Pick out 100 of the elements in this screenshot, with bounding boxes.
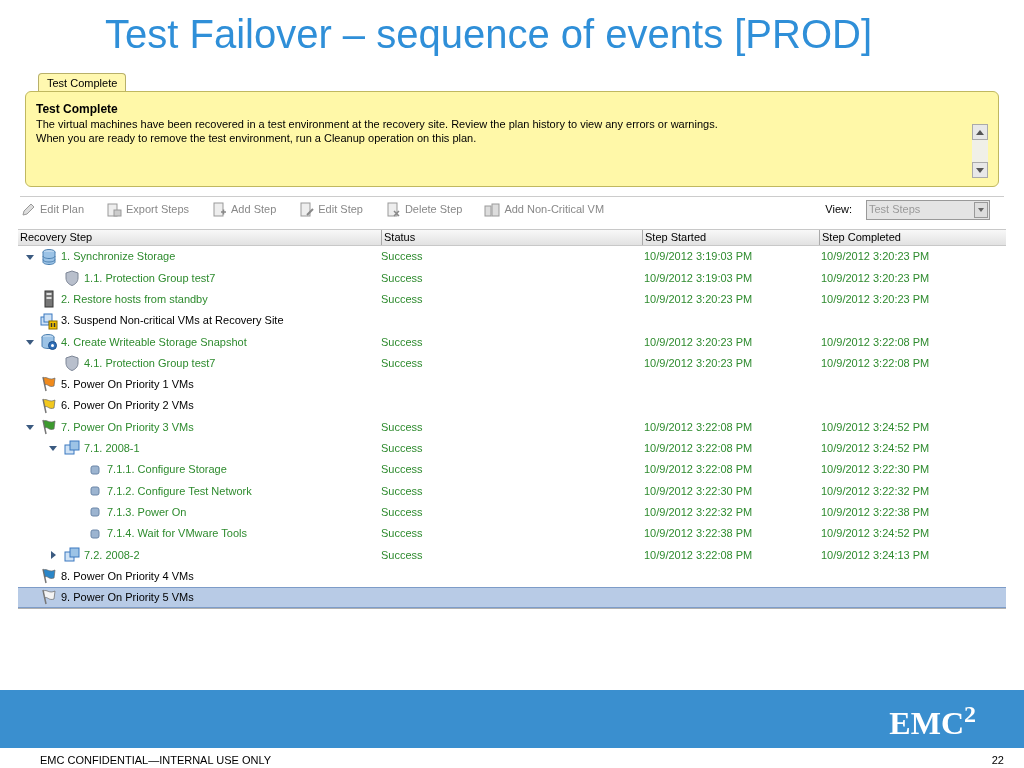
table-row[interactable]: 8. Power On Priority 4 VMs <box>18 565 1006 587</box>
column-header[interactable]: Recovery Step <box>18 230 381 245</box>
step-name: 5. Power On Priority 1 VMs <box>61 377 194 393</box>
status-text: Success <box>381 356 423 369</box>
expanded-arrow-icon[interactable] <box>26 423 34 431</box>
panel-message: When you are ready to remove the test environment, run a Cleanup operation on this plan. <box>36 131 477 145</box>
servers-icon <box>484 201 501 218</box>
start-time: 10/9/2012 3:22:38 PM <box>643 527 753 540</box>
vm-pause-icon <box>40 311 58 330</box>
table-row[interactable]: 5. Power On Priority 1 VMs <box>18 373 1006 396</box>
panel-tab[interactable]: Test Complete <box>38 73 127 91</box>
table-row[interactable]: 6. Power On Priority 2 VMs <box>18 395 1006 417</box>
expanded-arrow-icon[interactable] <box>26 252 34 261</box>
start-time: 10/9/2012 3:22:08 PM <box>643 442 753 455</box>
step-name: 7.1.4. Wait for VMware Tools <box>107 526 247 542</box>
step-name: 1. Synchronize Storage <box>61 249 176 265</box>
vm-icon <box>63 439 81 458</box>
column-header[interactable]: Step Completed <box>819 230 1006 245</box>
view-label: View: <box>825 202 852 218</box>
status-text: Success <box>381 335 423 348</box>
start-time: 10/9/2012 3:20:23 PM <box>643 293 753 305</box>
document-add-icon <box>211 201 227 218</box>
flag-icon <box>40 588 58 607</box>
table-row[interactable]: 9. Power On Priority 5 VMs <box>18 586 1006 609</box>
caret-icon <box>974 201 988 218</box>
table-row[interactable]: 1.1. Protection Group test7 Success 10/9/2012 3:19:03 PM 10/9/2012 3:20:23 PM <box>18 267 1006 289</box>
start-time: 10/9/2012 3:22:30 PM <box>643 484 753 497</box>
expanded-arrow-icon[interactable] <box>49 444 57 453</box>
end-time: 10/9/2012 3:20:23 PM <box>820 271 930 284</box>
step-name: 9. Power On Priority 5 VMs <box>61 590 194 606</box>
step-name: 7. Power On Priority 3 VMs <box>61 419 194 435</box>
panel-heading: Test Complete <box>36 102 118 117</box>
end-time: 10/9/2012 3:24:52 PM <box>820 420 930 433</box>
status-text: Success <box>381 442 423 455</box>
table-row[interactable]: 1. Synchronize Storage Success 10/9/2012 3:19:03 PM 10/9/2012 3:20:23 PM <box>18 246 1006 268</box>
step-name: 8. Power On Priority 4 VMs <box>61 568 194 584</box>
table-row[interactable]: 2. Restore hosts from standby Success 10/9/2012 3:20:23 PM 10/9/2012 3:20:23 PM <box>18 288 1006 310</box>
bullet-icon <box>90 464 100 475</box>
database-icon <box>40 247 58 266</box>
document-delete-icon <box>384 201 401 218</box>
status-text: Success <box>381 527 423 540</box>
column-header[interactable]: Status <box>381 230 642 245</box>
start-time: 10/9/2012 3:22:08 PM <box>643 420 753 433</box>
status-text: Success <box>381 250 423 263</box>
status-text: Success <box>381 420 423 433</box>
document-edit-icon <box>298 201 315 218</box>
start-time: 10/9/2012 3:19:03 PM <box>643 250 753 263</box>
slide-title: Test Failover – sequence of events [PROD] <box>105 14 873 54</box>
step-name: 3. Suspend Non-critical VMs at Recovery Site <box>61 313 284 329</box>
step-name: 7.1.1. Configure Storage <box>107 462 227 478</box>
status-text: Success <box>381 463 423 476</box>
step-name: 7.2. 2008-2 <box>84 547 140 563</box>
flag-icon <box>40 375 58 394</box>
end-time: 10/9/2012 3:22:08 PM <box>820 335 930 348</box>
pencil-icon <box>20 201 36 218</box>
collapsed-arrow-icon[interactable] <box>49 550 57 559</box>
step-name: 7.1. 2008-1 <box>84 441 140 457</box>
status-text: Success <box>381 271 423 284</box>
table-row[interactable]: 7.1.2. Configure Test Network Success 10/9/2012 3:22:30 PM 10/9/2012 3:22:32 PM <box>18 480 1006 502</box>
table-row[interactable]: 7.1.1. Configure Storage Success 10/9/2012 3:22:08 PM 10/9/2012 3:22:30 PM <box>18 458 1006 481</box>
end-time: 10/9/2012 3:24:13 PM <box>820 548 930 561</box>
scroll-down-icon[interactable] <box>972 162 988 178</box>
end-time: 10/9/2012 3:22:08 PM <box>820 356 930 369</box>
end-time: 10/9/2012 3:22:30 PM <box>820 463 930 476</box>
shield-icon <box>63 268 81 287</box>
flag-icon <box>40 396 58 415</box>
page-number: 22 <box>991 753 1004 768</box>
table-row[interactable]: 7.1. 2008-1 Success 10/9/2012 3:22:08 PM 10/9/2012 3:24:52 PM <box>18 437 1006 459</box>
step-name: 2. Restore hosts from standby <box>61 292 208 307</box>
column-header[interactable]: Step Started <box>642 230 819 245</box>
step-name: 1.1. Protection Group test7 <box>84 270 216 286</box>
start-time: 10/9/2012 3:19:03 PM <box>643 271 753 284</box>
flag-icon <box>40 567 58 586</box>
shield-icon <box>63 354 81 373</box>
expanded-arrow-icon[interactable] <box>26 337 34 346</box>
scrollbar[interactable] <box>972 124 988 178</box>
status-text: Success <box>381 293 423 305</box>
vm-icon <box>63 545 81 564</box>
table-row[interactable]: 4.1. Protection Group test7 Success 10/9/2012 3:20:23 PM 10/9/2012 3:22:08 PM <box>18 352 1006 374</box>
scroll-up-icon[interactable] <box>972 124 988 140</box>
table-row[interactable]: 7.2. 2008-2 Success 10/9/2012 3:22:08 PM 10/9/2012 3:24:13 PM <box>18 544 1006 566</box>
end-time: 10/9/2012 3:20:23 PM <box>820 250 930 263</box>
company-logo: EMC$^{2}$ <box>889 707 976 739</box>
table-row[interactable]: 3. Suspend Non-critical VMs at Recovery Site <box>18 309 1006 332</box>
bullet-icon <box>90 485 100 496</box>
step-name: 6. Power On Priority 2 VMs <box>61 398 194 414</box>
database-gear-icon <box>40 332 58 351</box>
start-time: 10/9/2012 3:22:32 PM <box>643 505 753 518</box>
table-row[interactable]: 7. Power On Priority 3 VMs Success 10/9/2012 3:22:08 PM 10/9/2012 3:24:52 PM <box>18 416 1006 438</box>
status-text: Success <box>381 484 423 497</box>
flag-icon <box>40 418 58 436</box>
footer-text: EMC CONFIDENTIAL—INTERNAL USE ONLY <box>40 753 272 768</box>
end-time: 10/9/2012 3:20:23 PM <box>820 293 930 305</box>
end-time: 10/9/2012 3:24:52 PM <box>820 527 930 540</box>
table-row[interactable]: 7.1.3. Power On Success 10/9/2012 3:22:32 PM 10/9/2012 3:22:38 PM <box>18 501 1006 523</box>
table-row[interactable]: 7.1.4. Wait for VMware Tools Success 10/9/2012 3:22:38 PM 10/9/2012 3:24:52 PM <box>18 522 1006 545</box>
bullet-icon <box>90 528 100 539</box>
document-icon <box>106 201 123 218</box>
bullet-icon <box>90 507 100 518</box>
table-row[interactable]: 4. Create Writeable Storage Snapshot Success 10/9/2012 3:20:23 PM 10/9/2012 3:22:08 PM <box>18 331 1006 353</box>
